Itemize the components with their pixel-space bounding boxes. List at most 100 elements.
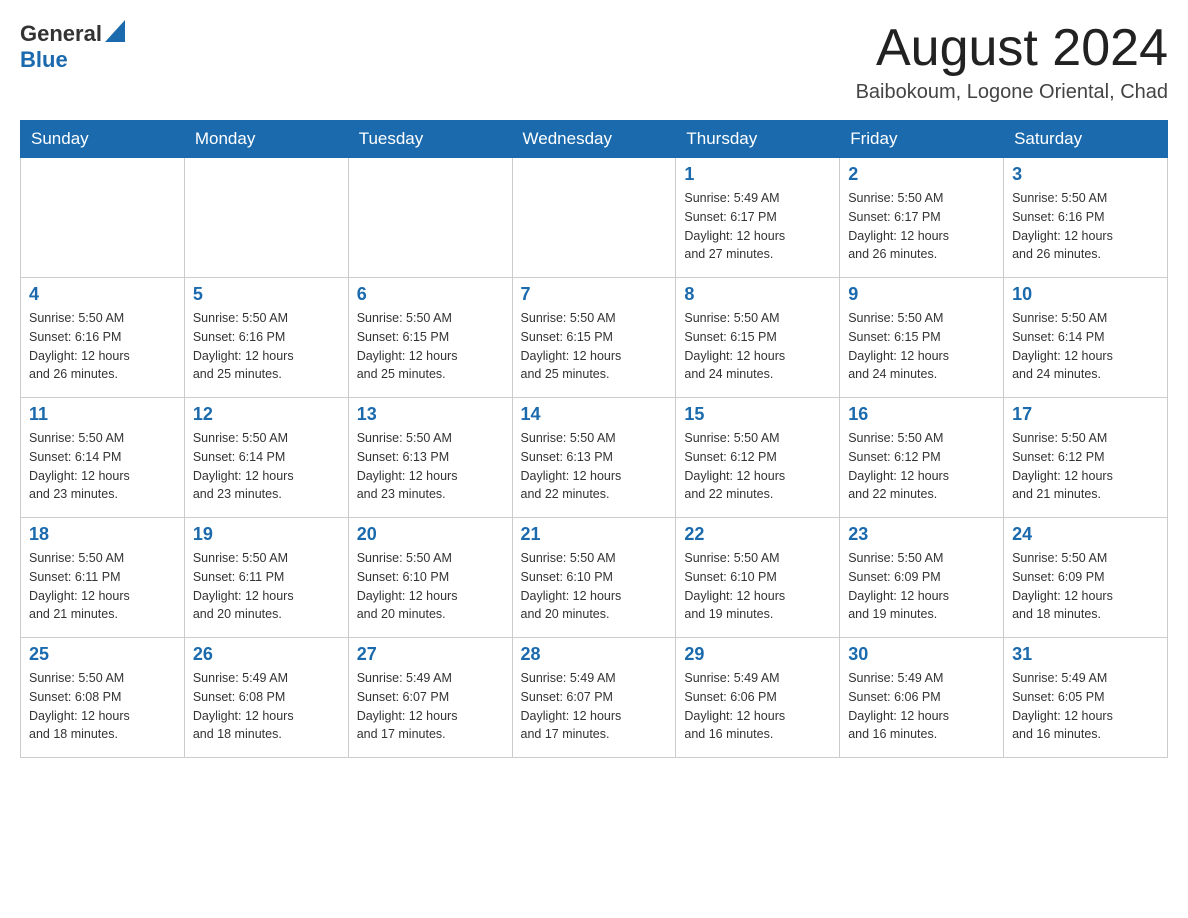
calendar-cell: 28 Sunrise: 5:49 AM Sunset: 6:07 PM Dayli…: [512, 638, 676, 758]
day-number: 3: [1012, 164, 1159, 185]
day-info: Sunrise: 5:49 AM Sunset: 6:07 PM Dayligh…: [521, 669, 668, 744]
calendar-cell: 26 Sunrise: 5:49 AM Sunset: 6:08 PM Dayli…: [184, 638, 348, 758]
day-number: 2: [848, 164, 995, 185]
calendar-cell: 6Sunrise: 5:50 AM Sunset: 6:15 PM Daylig…: [348, 278, 512, 398]
calendar-cell: 1 Sunrise: 5:49 AM Sunset: 6:17 PM Daylig…: [676, 158, 840, 278]
day-info: Sunrise: 5:50 AM Sunset: 6:16 PM Dayligh…: [193, 309, 340, 384]
day-number: 8: [684, 284, 831, 305]
day-info: Sunrise: 5:50 AM Sunset: 6:09 PM Dayligh…: [848, 549, 995, 624]
calendar-cell: [184, 158, 348, 278]
day-info: Sunrise: 5:49 AM Sunset: 6:06 PM Dayligh…: [848, 669, 995, 744]
day-info: Sunrise: 5:50 AM Sunset: 6:14 PM Dayligh…: [193, 429, 340, 504]
day-of-week-header: Monday: [184, 121, 348, 158]
day-info: Sunrise: 5:50 AM Sunset: 6:10 PM Dayligh…: [357, 549, 504, 624]
day-number: 16: [848, 404, 995, 425]
day-of-week-header: Tuesday: [348, 121, 512, 158]
calendar-cell: 17Sunrise: 5:50 AM Sunset: 6:12 PM Dayli…: [1004, 398, 1168, 518]
calendar-header-row: SundayMondayTuesdayWednesdayThursdayFrid…: [21, 121, 1168, 158]
calendar-cell: 14Sunrise: 5:50 AM Sunset: 6:13 PM Dayli…: [512, 398, 676, 518]
calendar-cell: 16 Sunrise: 5:50 AM Sunset: 6:12 PM Dayli…: [840, 398, 1004, 518]
day-info: Sunrise: 5:50 AM Sunset: 6:12 PM Dayligh…: [684, 429, 831, 504]
day-number: 6: [357, 284, 504, 305]
calendar-cell: 24 Sunrise: 5:50 AM Sunset: 6:09 PM Dayli…: [1004, 518, 1168, 638]
calendar-cell: 30Sunrise: 5:49 AM Sunset: 6:06 PM Dayli…: [840, 638, 1004, 758]
day-number: 26: [193, 644, 340, 665]
calendar-cell: 22Sunrise: 5:50 AM Sunset: 6:10 PM Dayli…: [676, 518, 840, 638]
day-info: Sunrise: 5:49 AM Sunset: 6:05 PM Dayligh…: [1012, 669, 1159, 744]
day-number: 18: [29, 524, 176, 545]
day-number: 23: [848, 524, 995, 545]
day-info: Sunrise: 5:50 AM Sunset: 6:12 PM Dayligh…: [848, 429, 995, 504]
calendar-cell: 11Sunrise: 5:50 AM Sunset: 6:14 PM Dayli…: [21, 398, 185, 518]
calendar-cell: 27 Sunrise: 5:49 AM Sunset: 6:07 PM Dayli…: [348, 638, 512, 758]
day-of-week-header: Friday: [840, 121, 1004, 158]
title-section: August 2024 Baibokoum, Logone Oriental, …: [856, 20, 1168, 104]
day-info: Sunrise: 5:50 AM Sunset: 6:08 PM Dayligh…: [29, 669, 176, 744]
day-number: 13: [357, 404, 504, 425]
week-row: 4 Sunrise: 5:50 AM Sunset: 6:16 PM Daylig…: [21, 278, 1168, 398]
logo: General Blue: [20, 20, 125, 73]
calendar-cell: 7 Sunrise: 5:50 AM Sunset: 6:15 PM Daylig…: [512, 278, 676, 398]
day-of-week-header: Sunday: [21, 121, 185, 158]
calendar-cell: 9 Sunrise: 5:50 AM Sunset: 6:15 PM Daylig…: [840, 278, 1004, 398]
day-number: 11: [29, 404, 176, 425]
day-info: Sunrise: 5:50 AM Sunset: 6:15 PM Dayligh…: [521, 309, 668, 384]
day-info: Sunrise: 5:49 AM Sunset: 6:17 PM Dayligh…: [684, 189, 831, 264]
day-info: Sunrise: 5:50 AM Sunset: 6:11 PM Dayligh…: [29, 549, 176, 624]
day-number: 4: [29, 284, 176, 305]
day-info: Sunrise: 5:50 AM Sunset: 6:14 PM Dayligh…: [1012, 309, 1159, 384]
logo-blue: Blue: [20, 47, 68, 73]
day-info: Sunrise: 5:50 AM Sunset: 6:09 PM Dayligh…: [1012, 549, 1159, 624]
day-of-week-header: Saturday: [1004, 121, 1168, 158]
calendar-cell: [348, 158, 512, 278]
location-subtitle: Baibokoum, Logone Oriental, Chad: [856, 81, 1168, 104]
calendar-cell: 3 Sunrise: 5:50 AM Sunset: 6:16 PM Daylig…: [1004, 158, 1168, 278]
day-number: 27: [357, 644, 504, 665]
logo-triangle-icon: [105, 20, 125, 42]
day-info: Sunrise: 5:50 AM Sunset: 6:15 PM Dayligh…: [684, 309, 831, 384]
day-info: Sunrise: 5:50 AM Sunset: 6:10 PM Dayligh…: [521, 549, 668, 624]
day-number: 31: [1012, 644, 1159, 665]
day-number: 9: [848, 284, 995, 305]
calendar-table: SundayMondayTuesdayWednesdayThursdayFrid…: [20, 120, 1168, 758]
day-number: 1: [684, 164, 831, 185]
day-number: 29: [684, 644, 831, 665]
day-number: 7: [521, 284, 668, 305]
day-info: Sunrise: 5:50 AM Sunset: 6:13 PM Dayligh…: [521, 429, 668, 504]
day-number: 28: [521, 644, 668, 665]
day-number: 20: [357, 524, 504, 545]
day-info: Sunrise: 5:49 AM Sunset: 6:08 PM Dayligh…: [193, 669, 340, 744]
page-header: General Blue August 2024 Baibokoum, Logo…: [20, 20, 1168, 104]
calendar-cell: 13Sunrise: 5:50 AM Sunset: 6:13 PM Dayli…: [348, 398, 512, 518]
day-info: Sunrise: 5:49 AM Sunset: 6:06 PM Dayligh…: [684, 669, 831, 744]
day-info: Sunrise: 5:50 AM Sunset: 6:17 PM Dayligh…: [848, 189, 995, 264]
day-number: 21: [521, 524, 668, 545]
calendar-cell: [21, 158, 185, 278]
day-of-week-header: Wednesday: [512, 121, 676, 158]
day-number: 25: [29, 644, 176, 665]
calendar-cell: 2 Sunrise: 5:50 AM Sunset: 6:17 PM Daylig…: [840, 158, 1004, 278]
calendar-cell: 8 Sunrise: 5:50 AM Sunset: 6:15 PM Daylig…: [676, 278, 840, 398]
day-number: 19: [193, 524, 340, 545]
calendar-cell: 25 Sunrise: 5:50 AM Sunset: 6:08 PM Dayli…: [21, 638, 185, 758]
calendar-cell: 21 Sunrise: 5:50 AM Sunset: 6:10 PM Dayli…: [512, 518, 676, 638]
day-number: 15: [684, 404, 831, 425]
day-info: Sunrise: 5:50 AM Sunset: 6:16 PM Dayligh…: [29, 309, 176, 384]
day-info: Sunrise: 5:50 AM Sunset: 6:15 PM Dayligh…: [848, 309, 995, 384]
week-row: 25 Sunrise: 5:50 AM Sunset: 6:08 PM Dayli…: [21, 638, 1168, 758]
calendar-cell: 10Sunrise: 5:50 AM Sunset: 6:14 PM Dayli…: [1004, 278, 1168, 398]
day-number: 12: [193, 404, 340, 425]
calendar-cell: 19 Sunrise: 5:50 AM Sunset: 6:11 PM Dayli…: [184, 518, 348, 638]
month-title: August 2024: [856, 20, 1168, 77]
day-info: Sunrise: 5:50 AM Sunset: 6:16 PM Dayligh…: [1012, 189, 1159, 264]
day-number: 5: [193, 284, 340, 305]
day-number: 17: [1012, 404, 1159, 425]
calendar-cell: 12 Sunrise: 5:50 AM Sunset: 6:14 PM Dayli…: [184, 398, 348, 518]
calendar-cell: 18 Sunrise: 5:50 AM Sunset: 6:11 PM Dayli…: [21, 518, 185, 638]
week-row: 1 Sunrise: 5:49 AM Sunset: 6:17 PM Daylig…: [21, 158, 1168, 278]
day-info: Sunrise: 5:49 AM Sunset: 6:07 PM Dayligh…: [357, 669, 504, 744]
logo-general: General: [20, 21, 102, 47]
day-number: 24: [1012, 524, 1159, 545]
day-info: Sunrise: 5:50 AM Sunset: 6:11 PM Dayligh…: [193, 549, 340, 624]
calendar-cell: 5 Sunrise: 5:50 AM Sunset: 6:16 PM Daylig…: [184, 278, 348, 398]
